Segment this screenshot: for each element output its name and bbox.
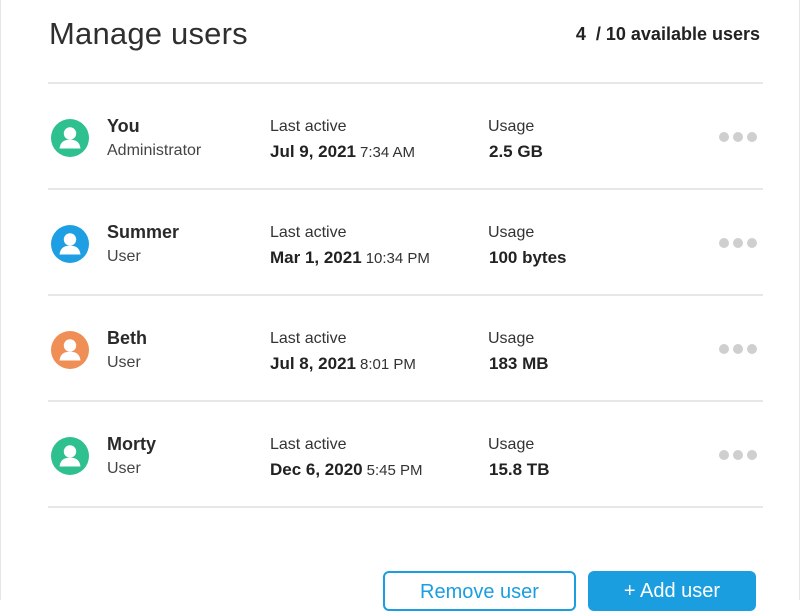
user-name: You (107, 116, 140, 136)
available-users-count: 4 / 10 available users (575, 24, 760, 44)
user-row[interactable]: Summer User Last active Mar 1, 2021 10:34… (48, 190, 763, 296)
last-active-value: Jul 8, 2021 8:01 PM (270, 354, 416, 374)
panel-header: Manage users 4 / 10 available users (48, 0, 763, 84)
user-name: Morty (107, 434, 156, 454)
last-active-label: Last active (270, 330, 347, 347)
last-active-time: 5:45 PM (366, 462, 423, 479)
user-row[interactable]: You Administrator Last active Jul 9, 202… (48, 84, 763, 190)
page-title: Manage users (49, 16, 248, 51)
user-role: Administrator (107, 142, 202, 159)
usage-value: 2.5 GB (489, 142, 543, 161)
last-active-time: 8:01 PM (360, 356, 416, 373)
usage-label: Usage (488, 224, 535, 241)
last-active-date: Mar 1, 2021 (270, 248, 362, 267)
more-options-icon[interactable] (719, 342, 757, 356)
last-active-value: Dec 6, 2020 5:45 PM (270, 460, 423, 480)
last-active-date: Jul 9, 2021 (270, 142, 357, 161)
more-options-icon[interactable] (719, 130, 757, 144)
user-role: User (107, 248, 141, 265)
last-active-time: 7:34 AM (360, 144, 416, 161)
remove-user-button[interactable]: Remove user (383, 571, 576, 611)
last-active-value: Mar 1, 2021 10:34 PM (270, 248, 430, 268)
usage-label: Usage (488, 330, 535, 347)
user-icon (51, 331, 89, 369)
manage-users-panel: Manage users 4 / 10 available users You … (0, 0, 800, 611)
last-active-label: Last active (270, 436, 347, 453)
usage-label: Usage (488, 118, 535, 135)
user-icon (51, 437, 89, 475)
last-active-value: Jul 9, 2021 7:34 AM (270, 142, 415, 162)
user-icon (51, 225, 89, 263)
last-active-date: Dec 6, 2020 (270, 460, 363, 479)
usage-value: 100 bytes (489, 248, 567, 267)
user-icon (51, 119, 89, 157)
user-list: You Administrator Last active Jul 9, 202… (48, 84, 763, 508)
user-name: Summer (107, 222, 180, 242)
user-name: Beth (107, 328, 147, 348)
last-active-label: Last active (270, 224, 347, 241)
user-role: User (107, 460, 141, 477)
user-row[interactable]: Beth User Last active Jul 8, 2021 8:01 PM… (48, 296, 763, 402)
last-active-time: 10:34 PM (365, 250, 430, 267)
last-active-label: Last active (270, 118, 347, 135)
more-options-icon[interactable] (719, 236, 757, 250)
usage-value: 15.8 TB (489, 460, 550, 479)
more-options-icon[interactable] (719, 448, 757, 462)
add-user-button[interactable]: + Add user (588, 571, 756, 611)
last-active-date: Jul 8, 2021 (270, 354, 357, 373)
user-role: User (107, 354, 141, 371)
usage-value: 183 MB (489, 354, 549, 373)
usage-label: Usage (488, 436, 535, 453)
user-row[interactable]: Morty User Last active Dec 6, 2020 5:45 P… (48, 402, 763, 508)
